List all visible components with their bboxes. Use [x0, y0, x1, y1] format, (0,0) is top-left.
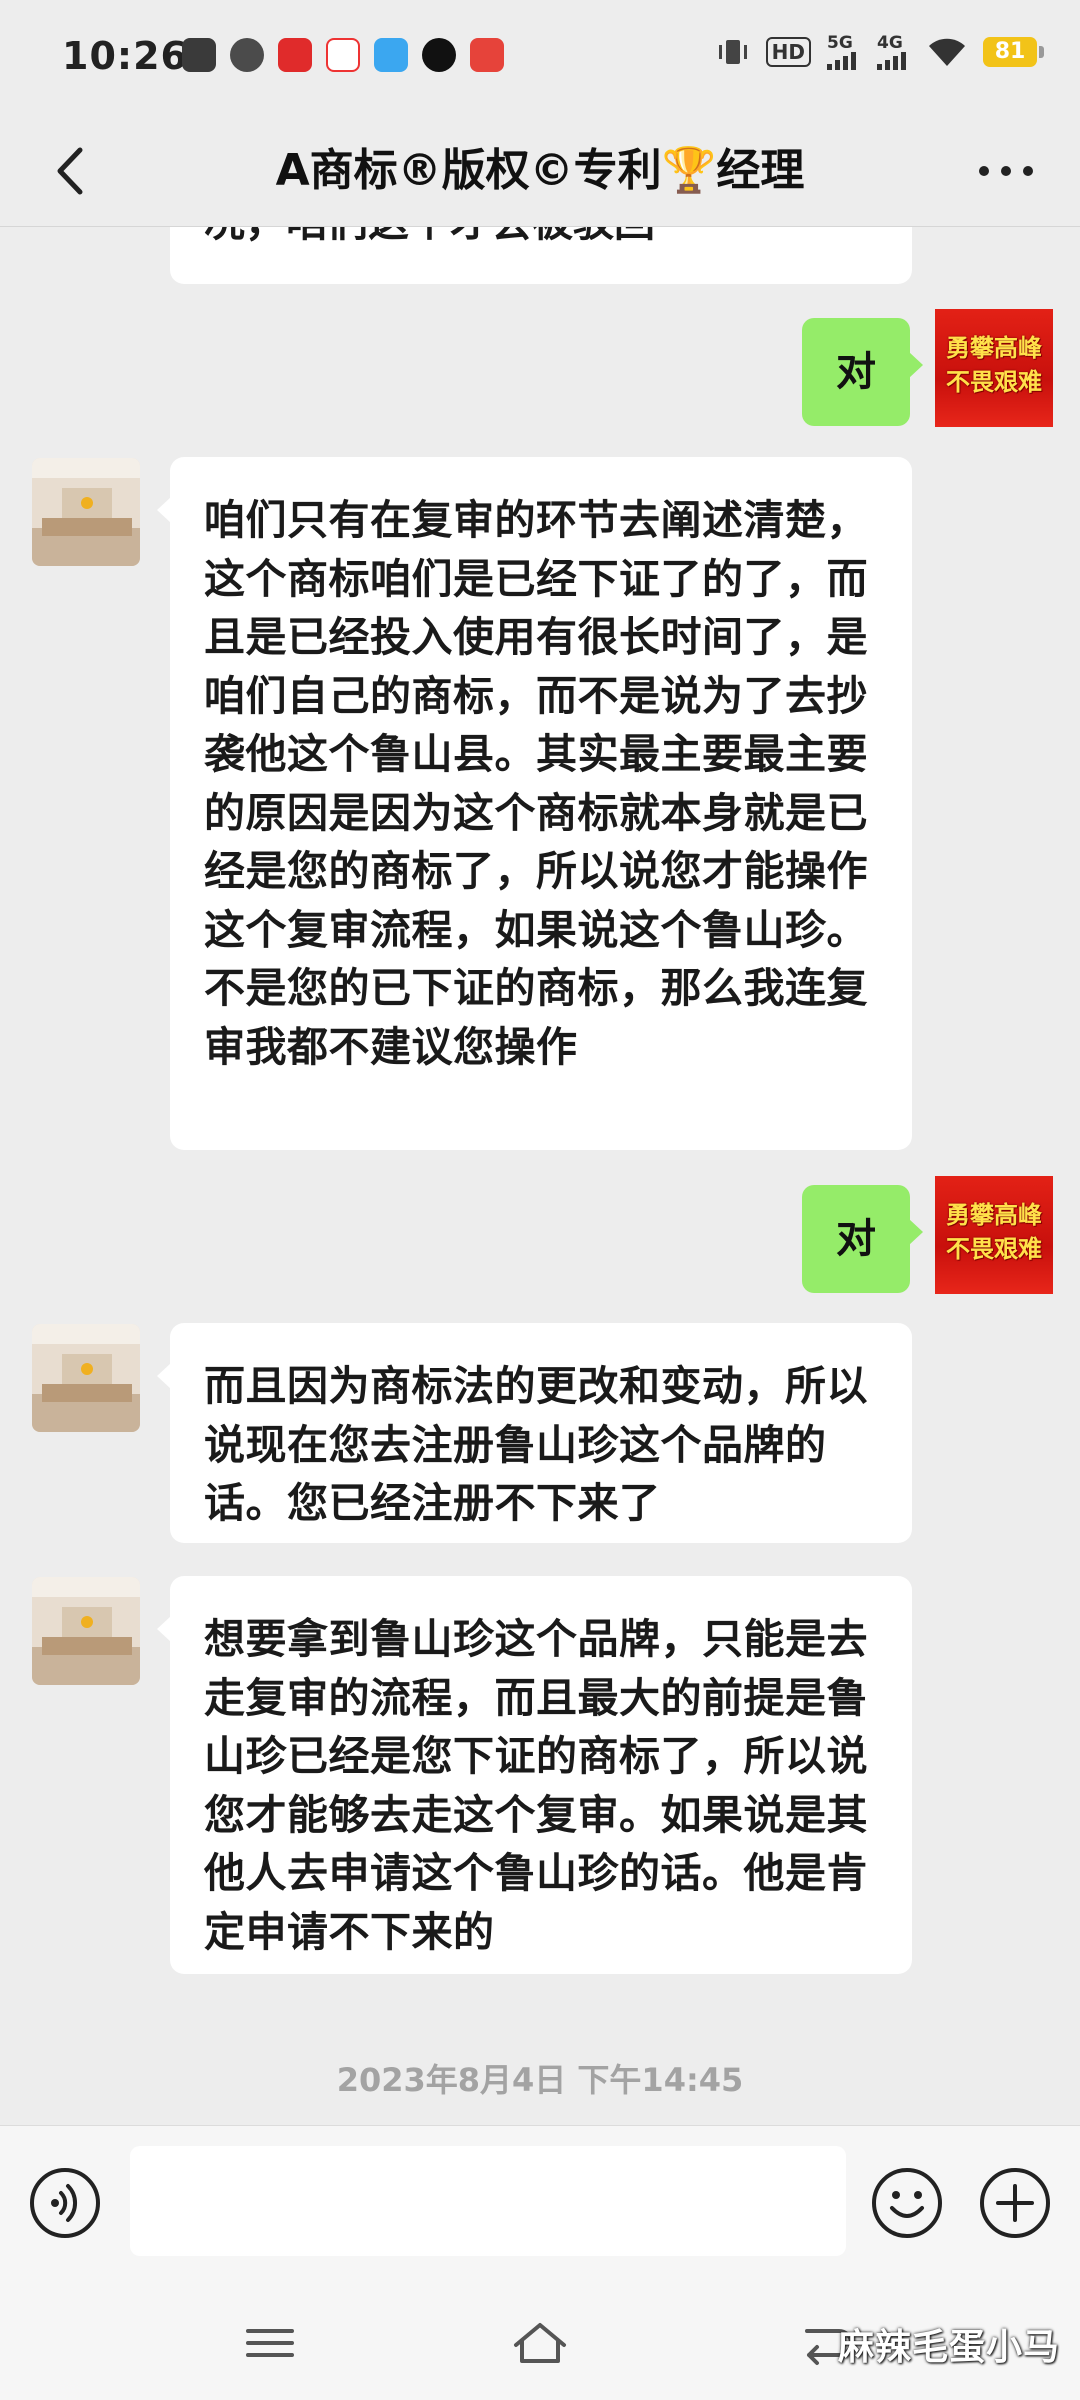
- chat-title: A商标®版权©专利🏆经理: [275, 145, 805, 196]
- notification-icons: [182, 38, 504, 72]
- received-message-bubble[interactable]: 咱们只有在复审的环节去阐述清楚，这个商标咱们是已经下证了的了，而且是已经投入使用…: [157, 457, 912, 1150]
- watermark: 麻辣毛蛋小马: [837, 2327, 1060, 2368]
- message-notification-icon: [182, 38, 216, 72]
- contact-avatar[interactable]: [32, 1577, 140, 1685]
- message-bubble-partial[interactable]: 况，咱们这个才会被驳回: [170, 227, 912, 284]
- plus-icon[interactable]: [978, 2166, 1052, 2240]
- contact-avatar[interactable]: [32, 1324, 140, 1432]
- hd-badge: HD: [765, 37, 811, 67]
- office-photo-icon: [32, 458, 140, 566]
- clock: 10:26: [62, 34, 188, 78]
- avatar-text: 勇攀高峰: [946, 334, 1042, 362]
- received-message-bubble[interactable]: 想要拿到鲁山珍这个品牌，只能是去走复审的流程，而且最大的前提是鲁山珍已经是您下证…: [157, 1576, 912, 1974]
- signal-4g: 4G: [877, 34, 911, 70]
- message-text: 想要拿到鲁山珍这个品牌，只能是去走复审的流程，而且最大的前提是鲁山珍已经是您下证…: [204, 1615, 868, 1956]
- status-bar: 10:26 HD 5G 4G 81: [0, 0, 1080, 116]
- avatar-text: 不畏艰难: [946, 1235, 1042, 1263]
- home-icon[interactable]: [510, 2315, 570, 2371]
- vibrate-icon: [718, 40, 747, 64]
- wifi-icon: [929, 38, 965, 66]
- sent-message-bubble[interactable]: 对: [802, 318, 923, 426]
- message-timestamp: 2023年8月4日 下午14:45: [336, 2061, 744, 2099]
- message-text: 对: [836, 349, 876, 395]
- shopping-app-icon: [278, 38, 312, 72]
- received-message-bubble[interactable]: 而且因为商标法的更改和变动，所以说现在您去注册鲁山珍这个品牌的话。您已经注册不下…: [157, 1323, 912, 1543]
- contact-avatar[interactable]: [32, 458, 140, 566]
- app-red-icon: [470, 38, 504, 72]
- sent-message-bubble[interactable]: 对: [802, 1185, 923, 1293]
- message-text: 而且因为商标法的更改和变动，所以说现在您去注册鲁山珍这个品牌的话。您已经注册不下…: [204, 1362, 868, 1527]
- message-text: 咱们只有在复审的环节去阐述清楚，这个商标咱们是已经下证了的了，而且是已经投入使用…: [204, 496, 868, 1071]
- app-notification-icon: [230, 38, 264, 72]
- signal-bars-icon: [877, 52, 906, 70]
- more-icon[interactable]: [966, 136, 1046, 206]
- avatar-text: 不畏艰难: [946, 368, 1042, 396]
- battery-level: 81: [983, 37, 1037, 67]
- system-nav-bar: 麻辣毛蛋小马: [0, 2285, 1080, 2400]
- qq-icon: [422, 38, 456, 72]
- chat-header: A商标®版权©专利🏆经理: [0, 116, 1080, 227]
- my-avatar[interactable]: 勇攀高峰 不畏艰难: [935, 1176, 1053, 1294]
- input-bar: [0, 2125, 1080, 2286]
- office-photo-icon: [32, 1577, 140, 1685]
- menu-icon[interactable]: [240, 2315, 300, 2371]
- weather-app-icon: [374, 38, 408, 72]
- status-right: HD 5G 4G 81: [716, 34, 1044, 70]
- signal-5g: 5G: [827, 34, 861, 70]
- emoji-icon[interactable]: [870, 2166, 944, 2240]
- voice-icon[interactable]: [28, 2166, 102, 2240]
- message-text: 对: [836, 1216, 876, 1262]
- battery: 81: [983, 37, 1044, 67]
- message-input[interactable]: [130, 2146, 846, 2256]
- message-text: 况，咱们这个才会被驳回: [204, 227, 655, 252]
- avatar-text: 勇攀高峰: [946, 1201, 1042, 1229]
- my-avatar[interactable]: 勇攀高峰 不畏艰难: [935, 309, 1053, 427]
- map-app-icon: [326, 38, 360, 72]
- office-photo-icon: [32, 1324, 140, 1432]
- signal-bars-icon: [827, 52, 856, 70]
